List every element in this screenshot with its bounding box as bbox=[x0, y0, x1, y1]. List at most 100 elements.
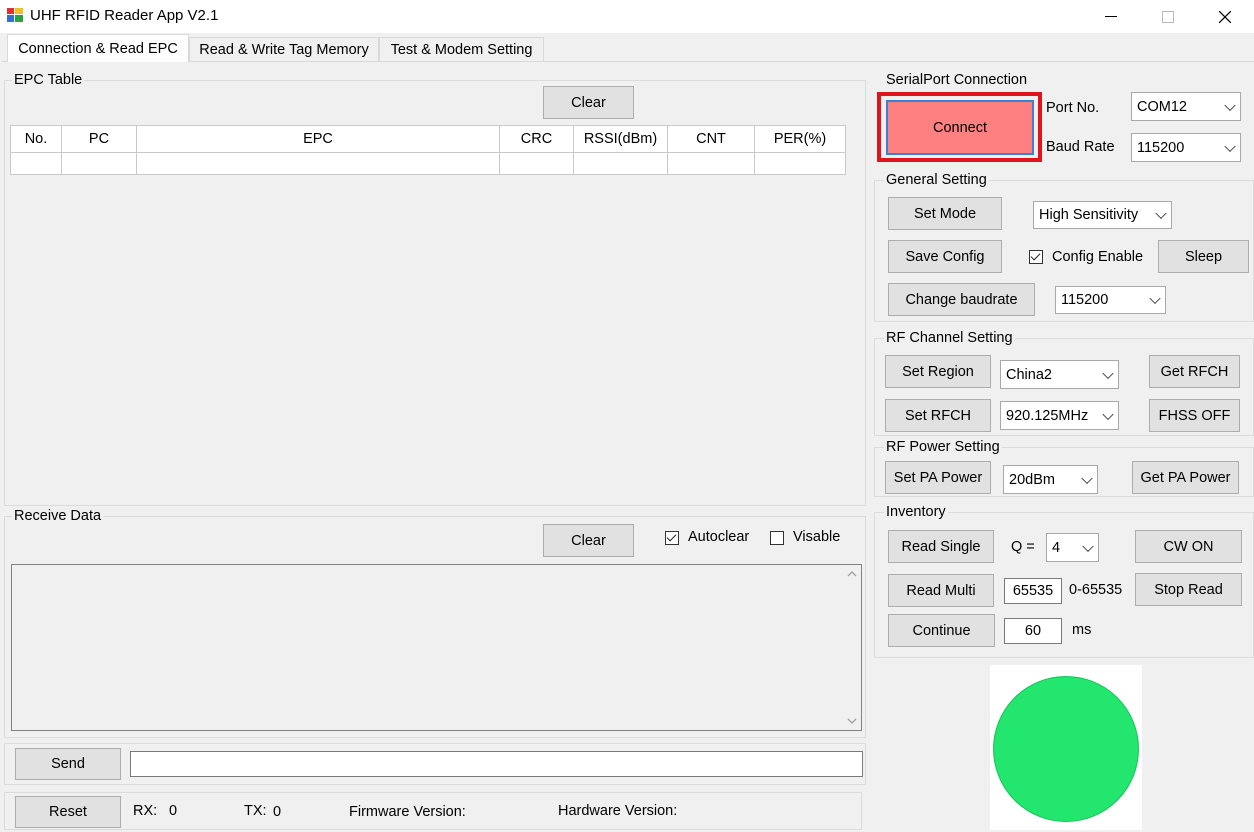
q-select[interactable]: 4 bbox=[1046, 533, 1099, 562]
rf-power-group-label: RF Power Setting bbox=[884, 439, 1002, 455]
change-baudrate-select[interactable]: 115200 bbox=[1055, 286, 1166, 314]
sleep-button[interactable]: Sleep bbox=[1158, 240, 1249, 273]
read-multi-button[interactable]: Read Multi bbox=[888, 574, 994, 607]
chevron-down-icon bbox=[1224, 140, 1236, 152]
epc-table-group-label: EPC Table bbox=[12, 72, 85, 88]
epc-table-header: No. PC EPC CRC RSSI(dBm) CNT PER(%) bbox=[10, 125, 846, 153]
general-setting-group-label: General Setting bbox=[884, 172, 989, 188]
epc-clear-button[interactable]: Clear bbox=[543, 86, 634, 119]
connect-button[interactable]: Connect bbox=[886, 100, 1034, 155]
read-single-button[interactable]: Read Single bbox=[888, 530, 994, 563]
status-indicator-panel bbox=[990, 665, 1142, 830]
port-no-select[interactable]: COM12 bbox=[1131, 92, 1241, 121]
receive-clear-button[interactable]: Clear bbox=[543, 524, 634, 557]
tab-test-modem-setting[interactable]: Test & Modem Setting bbox=[379, 37, 544, 61]
set-pa-power-button[interactable]: Set PA Power bbox=[885, 461, 991, 494]
send-button[interactable]: Send bbox=[15, 748, 121, 780]
scroll-down-icon[interactable] bbox=[847, 718, 857, 724]
close-button[interactable] bbox=[1196, 0, 1254, 33]
receive-data-textarea[interactable] bbox=[11, 564, 862, 731]
change-baudrate-value: 115200 bbox=[1061, 292, 1109, 308]
autoclear-checkbox[interactable] bbox=[665, 531, 679, 545]
column-header-epc[interactable]: EPC bbox=[136, 125, 500, 153]
column-header-pc[interactable]: PC bbox=[61, 125, 137, 153]
reset-button[interactable]: Reset bbox=[15, 796, 121, 828]
maximize-button[interactable] bbox=[1139, 0, 1197, 33]
column-header-cnt[interactable]: CNT bbox=[667, 125, 755, 153]
power-value: 20dBm bbox=[1009, 471, 1055, 488]
column-header-per[interactable]: PER(%) bbox=[754, 125, 846, 153]
multi-count-input[interactable]: 65535 bbox=[1004, 578, 1062, 604]
set-rfch-button[interactable]: Set RFCH bbox=[885, 399, 991, 432]
chevron-down-icon bbox=[1082, 540, 1094, 552]
scroll-up-icon[interactable] bbox=[847, 571, 857, 577]
fhss-off-button[interactable]: FHSS OFF bbox=[1149, 399, 1240, 432]
set-region-button[interactable]: Set Region bbox=[885, 355, 991, 388]
minimize-icon bbox=[1105, 16, 1117, 17]
column-header-no[interactable]: No. bbox=[10, 125, 62, 153]
cw-on-button[interactable]: CW ON bbox=[1135, 530, 1242, 563]
change-baudrate-button[interactable]: Change baudrate bbox=[888, 283, 1035, 316]
column-header-crc[interactable]: CRC bbox=[499, 125, 574, 153]
region-select[interactable]: China2 bbox=[1000, 360, 1119, 389]
autoclear-label[interactable]: Autoclear bbox=[688, 529, 749, 545]
tab-read-write-tag-memory[interactable]: Read & Write Tag Memory bbox=[189, 37, 379, 61]
rx-value: 0 bbox=[169, 803, 178, 819]
power-select[interactable]: 20dBm bbox=[1003, 465, 1098, 494]
window-title: UHF RFID Reader App V2.1 bbox=[30, 7, 219, 24]
chevron-down-icon bbox=[1149, 292, 1161, 305]
epc-table: No. PC EPC CRC RSSI(dBm) CNT PER(%) bbox=[10, 125, 846, 175]
baud-rate-select[interactable]: 115200 bbox=[1131, 133, 1241, 162]
mode-select[interactable]: High Sensitivity bbox=[1033, 201, 1172, 229]
maximize-icon bbox=[1162, 10, 1174, 23]
tab-connection-read-epc[interactable]: Connection & Read EPC bbox=[7, 34, 189, 62]
continue-button[interactable]: Continue bbox=[888, 614, 995, 647]
config-enable-label[interactable]: Config Enable bbox=[1052, 249, 1143, 265]
table-cell[interactable] bbox=[61, 152, 137, 175]
hardware-version-label: Hardware Version: bbox=[558, 803, 678, 819]
visable-checkbox[interactable] bbox=[770, 531, 784, 545]
frequency-value: 920.125MHz bbox=[1006, 407, 1089, 424]
table-cell[interactable] bbox=[136, 152, 500, 175]
chevron-down-icon bbox=[1102, 367, 1114, 379]
save-config-button[interactable]: Save Config bbox=[888, 240, 1002, 273]
frequency-select[interactable]: 920.125MHz bbox=[1000, 401, 1119, 430]
ms-label: ms bbox=[1072, 622, 1092, 638]
baud-rate-label: Baud Rate bbox=[1046, 139, 1115, 155]
chevron-down-icon bbox=[1155, 207, 1167, 220]
interval-input[interactable]: 60 bbox=[1004, 618, 1062, 644]
region-value: China2 bbox=[1006, 366, 1052, 383]
tabstrip-divider bbox=[2, 61, 1254, 62]
table-cell[interactable] bbox=[573, 152, 668, 175]
rf-channel-group-label: RF Channel Setting bbox=[884, 330, 1015, 346]
title-bar: UHF RFID Reader App V2.1 bbox=[0, 0, 1254, 33]
config-enable-checkbox[interactable] bbox=[1029, 250, 1043, 264]
app-icon bbox=[7, 8, 23, 22]
get-pa-power-button[interactable]: Get PA Power bbox=[1132, 461, 1239, 494]
mode-value: High Sensitivity bbox=[1039, 207, 1139, 223]
receive-data-group-label: Receive Data bbox=[12, 508, 104, 524]
stop-read-button[interactable]: Stop Read bbox=[1135, 573, 1242, 606]
send-input[interactable] bbox=[130, 751, 863, 777]
baud-rate-value: 115200 bbox=[1137, 139, 1185, 156]
table-cell[interactable] bbox=[754, 152, 846, 175]
chevron-down-icon bbox=[1102, 408, 1114, 420]
chevron-down-icon bbox=[1081, 472, 1093, 484]
table-cell[interactable] bbox=[499, 152, 574, 175]
receive-scrollbar[interactable] bbox=[843, 565, 861, 730]
minimize-button[interactable] bbox=[1082, 0, 1140, 33]
inventory-group-label: Inventory bbox=[884, 504, 948, 520]
visable-label[interactable]: Visable bbox=[793, 529, 840, 545]
serialport-group-label: SerialPort Connection bbox=[884, 72, 1030, 88]
column-header-rssi[interactable]: RSSI(dBm) bbox=[573, 125, 668, 153]
multi-range-label: 0-65535 bbox=[1069, 582, 1123, 598]
get-rfch-button[interactable]: Get RFCH bbox=[1149, 355, 1240, 388]
set-mode-button[interactable]: Set Mode bbox=[888, 197, 1002, 230]
close-icon bbox=[1219, 10, 1231, 23]
table-cell[interactable] bbox=[667, 152, 755, 175]
table-cell[interactable] bbox=[10, 152, 62, 175]
table-row[interactable] bbox=[10, 152, 846, 175]
firmware-version-label: Firmware Version: bbox=[349, 804, 466, 820]
status-indicator-light bbox=[993, 676, 1139, 822]
chevron-down-icon bbox=[1224, 99, 1236, 111]
